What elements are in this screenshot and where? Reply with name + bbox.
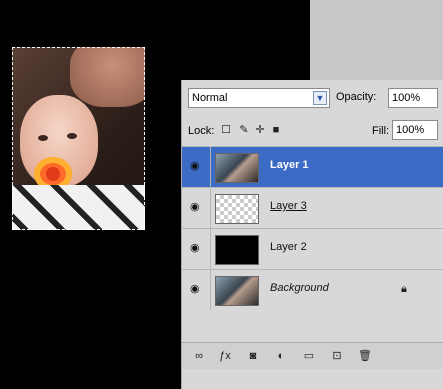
blend-mode-select[interactable]: Normal ▼ — [188, 88, 330, 108]
blend-mode-value: Normal — [192, 92, 228, 104]
layer-row-layer-3[interactable]: ◉ Layer 3 — [182, 187, 443, 228]
link-layers-icon[interactable]: ∞ — [190, 348, 208, 364]
baby-clothing — [12, 185, 145, 230]
adult-face — [70, 47, 145, 107]
layer-name: Layer 3 — [270, 200, 307, 212]
delete-layer-icon[interactable]: 🗑︎ — [356, 348, 374, 364]
layer-thumbnail — [215, 153, 259, 183]
chevron-down-icon[interactable]: ▼ — [313, 91, 327, 105]
fill-field[interactable]: 100% — [392, 120, 438, 140]
lock-icon: 🔒︎ — [401, 283, 407, 295]
layer-name: Layer 1 — [270, 159, 309, 171]
divider — [210, 147, 211, 187]
layer-style-icon[interactable]: ƒx — [216, 348, 234, 364]
opacity-field[interactable]: 100% — [388, 88, 438, 108]
lock-label: Lock: — [188, 125, 215, 137]
layers-list: ◉ Layer 1 ◉ Layer 3 ◉ Layer 2 ◉ Backgrou… — [182, 146, 443, 310]
divider — [210, 188, 211, 228]
layer-name: Background — [270, 282, 329, 294]
baby-eye-right — [67, 133, 77, 139]
eye-icon[interactable]: ◉ — [190, 201, 206, 213]
divider — [210, 270, 211, 310]
new-group-icon[interactable]: ▭ — [300, 348, 318, 364]
layer-thumbnail — [215, 276, 259, 306]
layer-row-layer-2[interactable]: ◉ Layer 2 — [182, 228, 443, 269]
layers-panel-footer: ∞ ƒx ◙ ◐ ▭ ⊡ 🗑︎ — [182, 342, 443, 369]
add-mask-icon[interactable]: ◙ — [244, 348, 262, 364]
lock-image-pixels-icon[interactable]: ✎ — [238, 124, 250, 136]
eye-icon[interactable]: ◉ — [190, 160, 206, 172]
divider — [210, 229, 211, 269]
adjustment-layer-icon[interactable]: ◐ — [272, 348, 290, 364]
layer-name: Layer 2 — [270, 241, 307, 253]
layer-row-background[interactable]: ◉ Background 🔒︎ — [182, 269, 443, 310]
lock-transparent-pixels-icon[interactable]: ☐ — [220, 124, 232, 136]
new-layer-icon[interactable]: ⊡ — [328, 348, 346, 364]
opacity-label: Opacity: — [336, 91, 377, 103]
layer-row-layer-1[interactable]: ◉ Layer 1 — [182, 146, 443, 187]
lock-all-icon[interactable]: ■ — [270, 124, 282, 136]
layer-thumbnail — [215, 194, 259, 224]
layers-panel: Normal ▼ Opacity: 100% Lock: ☐ ✎ ✛ ■ Fil… — [181, 80, 443, 389]
eye-icon[interactable]: ◉ — [190, 242, 206, 254]
lock-position-icon[interactable]: ✛ — [254, 124, 266, 136]
baby-photo — [12, 47, 145, 230]
fill-label: Fill: — [372, 125, 390, 137]
baby-eye-left — [38, 135, 48, 141]
eye-icon[interactable]: ◉ — [190, 283, 206, 295]
layer-thumbnail — [215, 235, 259, 265]
